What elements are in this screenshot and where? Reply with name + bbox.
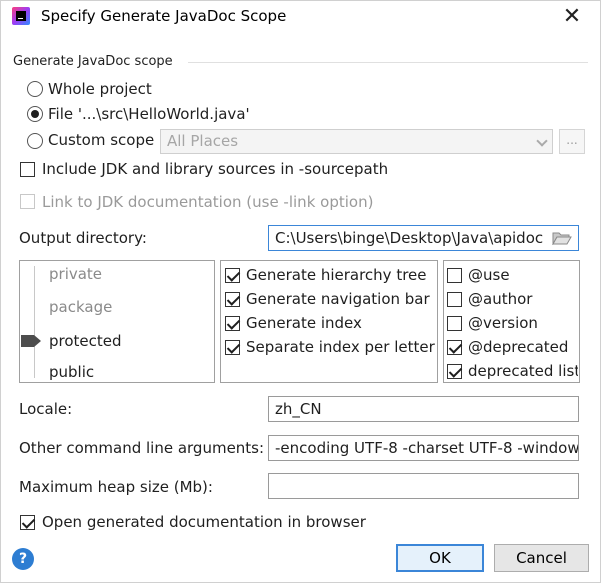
author-tag-checkbox[interactable] [447, 292, 462, 307]
output-directory-label: Output directory: [19, 229, 147, 247]
help-icon[interactable]: ? [12, 548, 34, 570]
heap-size-label: Maximum heap size (Mb): [19, 478, 213, 496]
deprecated-list-checkbox[interactable] [447, 364, 462, 379]
ok-button[interactable]: OK [396, 544, 484, 572]
cancel-button[interactable]: Cancel [494, 544, 589, 572]
hierarchy-tree-checkbox[interactable] [225, 268, 240, 283]
other-args-label: Other command line arguments: [19, 439, 265, 457]
visibility-slider-track[interactable] [34, 266, 35, 378]
separate-index-checkbox[interactable] [225, 340, 240, 355]
generate-index-checkbox[interactable] [225, 316, 240, 331]
include-jdk-label[interactable]: Include JDK and library sources in -sour… [42, 160, 388, 178]
title-bar: Specify Generate JavaDoc Scope ✕ [1, 1, 600, 35]
other-args-value: -encoding UTF-8 -charset UTF-8 -windowti… [275, 439, 579, 457]
deprecated-tag-checkbox[interactable] [447, 340, 462, 355]
close-icon[interactable]: ✕ [557, 3, 587, 31]
chevron-down-icon [536, 135, 548, 147]
author-tag-label[interactable]: @author [468, 290, 532, 308]
deprecated-list-label[interactable]: deprecated list [468, 362, 578, 380]
deprecated-tag-label[interactable]: @deprecated [468, 338, 568, 356]
hierarchy-tree-label[interactable]: Generate hierarchy tree [246, 266, 427, 284]
link-jdk-checkbox [20, 194, 35, 209]
custom-scope-value: All Places [167, 132, 239, 150]
link-jdk-label: Link to JDK documentation (use -link opt… [42, 193, 374, 211]
whole-project-radio[interactable] [27, 81, 43, 97]
locale-label: Locale: [19, 400, 73, 418]
visibility-protected[interactable]: protected [49, 332, 122, 350]
slider-thumb-icon[interactable] [21, 335, 41, 347]
scope-group-label: Generate JavaDoc scope [13, 54, 173, 69]
custom-scope-radio[interactable] [27, 133, 43, 149]
version-tag-checkbox[interactable] [447, 316, 462, 331]
custom-scope-label[interactable]: Custom scope [48, 131, 154, 149]
other-args-input[interactable]: -encoding UTF-8 -charset UTF-8 -windowti… [268, 435, 579, 461]
visibility-package[interactable]: package [49, 298, 112, 316]
heap-size-input[interactable] [268, 473, 579, 499]
dialog-title: Specify Generate JavaDoc Scope [41, 7, 287, 25]
use-tag-checkbox[interactable] [447, 268, 462, 283]
output-directory-value: C:\Users\binge\Desktop\Java\apidoc [275, 229, 544, 247]
visibility-public[interactable]: public [49, 363, 94, 381]
separate-index-label[interactable]: Separate index per letter [246, 338, 435, 356]
intellij-app-icon [12, 7, 30, 25]
custom-scope-dropdown[interactable]: All Places [160, 129, 553, 154]
use-tag-label[interactable]: @use [468, 266, 510, 284]
whole-project-label[interactable]: Whole project [48, 80, 152, 98]
folder-open-icon[interactable] [552, 231, 572, 245]
open-browser-checkbox[interactable] [20, 515, 35, 530]
locale-input[interactable]: zh_CN [268, 396, 579, 422]
visibility-private[interactable]: private [49, 265, 102, 283]
file-label[interactable]: File '...\src\HelloWorld.java' [48, 105, 250, 123]
navigation-bar-label[interactable]: Generate navigation bar [246, 290, 430, 308]
open-browser-label[interactable]: Open generated documentation in browser [42, 513, 366, 531]
file-radio[interactable] [27, 106, 43, 122]
include-jdk-checkbox[interactable] [20, 162, 35, 177]
javadoc-scope-dialog: Specify Generate JavaDoc Scope ✕ Generat… [0, 0, 601, 583]
output-directory-input[interactable]: C:\Users\binge\Desktop\Java\apidoc [268, 225, 579, 251]
browse-scope-button[interactable]: ... [559, 129, 585, 154]
generate-index-label[interactable]: Generate index [246, 314, 362, 332]
group-separator [188, 62, 588, 63]
navigation-bar-checkbox[interactable] [225, 292, 240, 307]
version-tag-label[interactable]: @version [468, 314, 538, 332]
locale-value: zh_CN [275, 400, 322, 418]
